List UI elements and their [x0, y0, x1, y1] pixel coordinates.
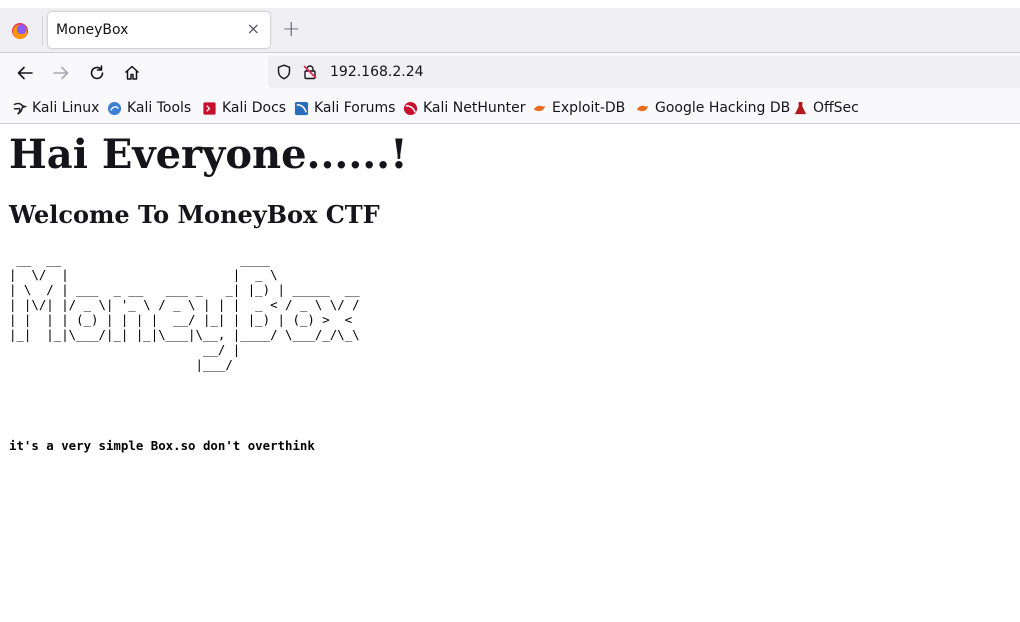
home-icon	[124, 65, 140, 80]
page-subheading: Welcome To MoneyBox CTF	[9, 200, 380, 229]
arrow-right-icon	[53, 66, 69, 80]
kali-docs-icon	[203, 101, 216, 115]
kali-tools-icon	[107, 101, 122, 115]
tracking-shield-icon[interactable]	[276, 64, 292, 84]
hint-text: it's a very simple Box.so don't overthin…	[9, 438, 315, 453]
bookmark-label: Exploit-DB	[552, 100, 626, 116]
reload-button[interactable]	[86, 62, 108, 84]
close-icon[interactable]: ×	[247, 19, 260, 39]
kali-nethunter-icon	[403, 101, 418, 115]
bookmark-kali-nethunter[interactable]: Kali NetHunter	[403, 99, 525, 117]
insecure-lock-icon[interactable]	[302, 64, 318, 84]
bookmark-kali-forums[interactable]: Kali Forums	[294, 99, 395, 117]
bookmark-kali-docs[interactable]: Kali Docs	[202, 99, 286, 117]
navigation-bar: 192.168.2.24	[0, 53, 1020, 93]
tab-moneybox[interactable]: MoneyBox ×	[48, 12, 270, 48]
bookmark-google-hacking-db[interactable]: Google Hacking DB	[635, 99, 790, 117]
home-button[interactable]	[121, 62, 143, 84]
window-top-strip	[0, 0, 1020, 8]
bookmark-kali-linux[interactable]: Kali Linux	[12, 99, 99, 117]
bookmark-label: Kali Tools	[127, 100, 192, 116]
bookmark-label: Kali NetHunter	[423, 100, 526, 116]
bookmark-offsec[interactable]: OffSec	[793, 99, 859, 117]
new-tab-button[interactable]: +	[282, 19, 300, 41]
arrow-left-icon	[17, 66, 33, 80]
offsec-icon	[794, 101, 807, 114]
url-bar[interactable]: 192.168.2.24	[268, 56, 1020, 88]
exploit-db-icon	[533, 105, 546, 111]
page-content: Hai Everyone......! Welcome To MoneyBox …	[0, 124, 1020, 622]
ghdb-icon	[636, 105, 649, 111]
reload-icon	[90, 65, 104, 80]
bookmark-label: Google Hacking DB	[655, 100, 791, 116]
ascii-art-logo: __ __ ____ | \/ | | _ \ | \ / | ___ _ __…	[9, 252, 360, 372]
tab-separator	[42, 16, 43, 46]
bookmark-kali-tools[interactable]: Kali Tools	[107, 99, 191, 117]
bookmark-label: Kali Forums	[314, 100, 396, 116]
tab-title: MoneyBox	[56, 22, 129, 38]
forward-button[interactable]	[50, 62, 72, 84]
tab-bar: MoneyBox × +	[0, 8, 1020, 53]
firefox-icon[interactable]	[12, 23, 28, 39]
page-heading: Hai Everyone......!	[9, 131, 408, 178]
bookmark-exploit-db[interactable]: Exploit-DB	[532, 99, 625, 117]
url-text[interactable]: 192.168.2.24	[330, 64, 424, 80]
bookmark-label: Kali Linux	[32, 100, 100, 116]
kali-forums-icon	[294, 101, 309, 115]
back-button[interactable]	[14, 62, 36, 84]
bookmarks-toolbar: Kali Linux Kali Tools Kali Docs Kali For…	[0, 93, 1020, 124]
bookmark-label: Kali Docs	[222, 100, 287, 116]
kali-dragon-icon	[13, 102, 27, 115]
bookmark-label: OffSec	[813, 100, 859, 116]
